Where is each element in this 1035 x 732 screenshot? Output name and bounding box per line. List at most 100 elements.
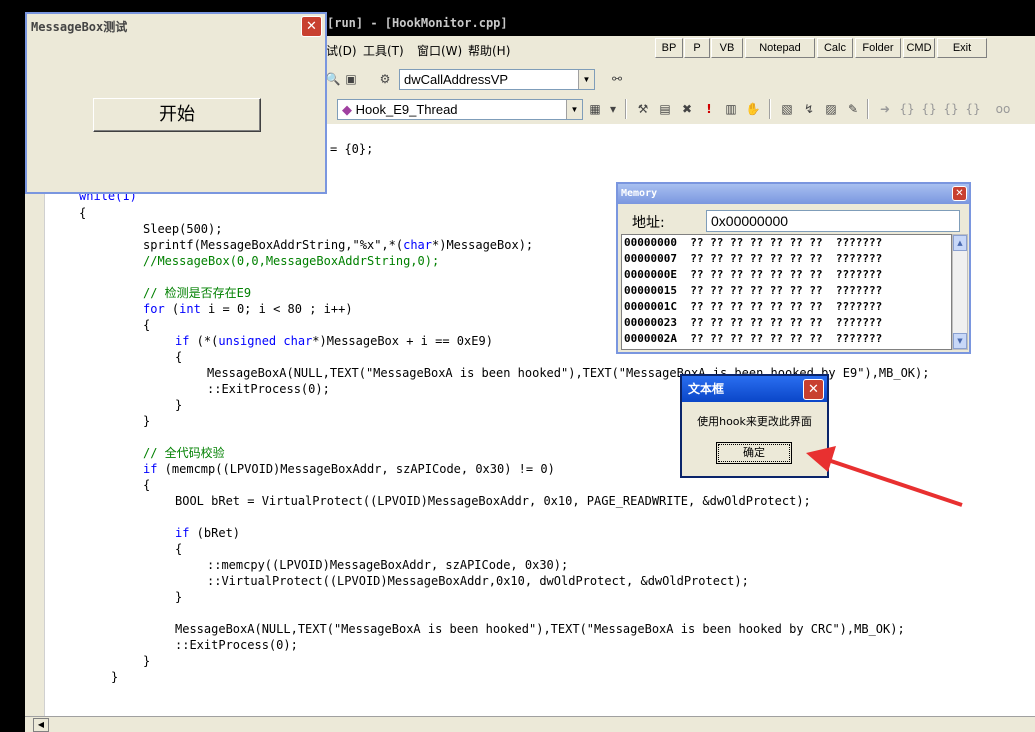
start-button[interactable]: 开始: [93, 98, 261, 132]
menu-tools[interactable]: 工具(T): [363, 42, 404, 59]
memory-title: Memory: [618, 184, 969, 204]
go-icon[interactable]: ▥: [723, 101, 739, 117]
code-line: sprintf(MessageBoxAddrString,"%x",*(char…: [143, 238, 534, 252]
exit-button[interactable]: Exit: [937, 38, 987, 58]
stop-debug-icon[interactable]: ▨: [823, 101, 839, 117]
editor-gutter: [25, 124, 45, 716]
chevron-down-icon[interactable]: ▼: [566, 100, 582, 119]
messagebox-test-window: MessageBox测试 ✕ 开始: [25, 12, 327, 194]
memory-row: 0000002A ?? ?? ?? ?? ?? ?? ?? ???????: [624, 332, 883, 345]
ide-title: [run] - [HookMonitor.cpp]: [327, 16, 508, 30]
memory-scrollbar[interactable]: ▲ ▼: [952, 234, 968, 350]
memory-row: 00000007 ?? ?? ?? ?? ?? ?? ?? ???????: [624, 252, 883, 265]
code-line: // 全代码校验: [143, 446, 225, 460]
memory-row: 0000000E ?? ?? ?? ?? ?? ?? ?? ???????: [624, 268, 883, 281]
breakpoint-list-icon[interactable]: ▧: [779, 101, 795, 117]
stop-build-icon[interactable]: ✖: [679, 101, 695, 117]
address-input[interactable]: 0x00000000: [706, 210, 960, 232]
toolbar-separator: [625, 99, 627, 119]
toolbar-separator: [867, 99, 869, 119]
menu-window[interactable]: 窗口(W): [417, 42, 462, 59]
variable-combo-value: dwCallAddressVP: [404, 72, 509, 87]
toolbar-separator: [769, 99, 771, 119]
run-to-cursor-icon[interactable]: {}: [965, 101, 981, 117]
code-line: }: [175, 590, 183, 604]
code-line: }: [111, 670, 119, 684]
code-line: }: [143, 654, 151, 668]
code-line: {: [79, 206, 87, 220]
code-line: {: [175, 542, 183, 556]
close-icon[interactable]: ✕: [952, 186, 967, 201]
messagebox-test-title: MessageBox测试: [27, 14, 325, 40]
memory-dump-list[interactable]: 00000000 ?? ?? ?? ?? ?? ?? ?? ??????? 00…: [621, 234, 952, 350]
code-line: }: [175, 398, 183, 412]
close-icon[interactable]: ✕: [301, 16, 322, 37]
calc-button[interactable]: Calc: [817, 38, 853, 58]
step-into-icon[interactable]: {}: [899, 101, 915, 117]
function-combo[interactable]: ◆ Hook_E9_Thread ▼: [337, 99, 583, 120]
menu-debug[interactable]: 试(D): [326, 42, 357, 59]
dropdown-arrow-icon[interactable]: ▾: [605, 101, 621, 117]
code-line: {: [143, 318, 151, 332]
code-line: MessageBoxA(NULL,TEXT("MessageBoxA is be…: [175, 622, 905, 636]
code-line: if (bRet): [175, 526, 241, 540]
step-out-icon[interactable]: {}: [943, 101, 959, 117]
code-line: //MessageBox(0,0,MessageBoxAddrString,0)…: [143, 254, 440, 268]
ok-button-label: 确定: [718, 444, 790, 462]
code-line: {: [143, 478, 151, 492]
code-line: ::memcpy((LPVOID)MessageBoxAddr, szAPICo…: [207, 558, 569, 572]
code-line: BOOL bRet = VirtualProtect((LPVOID)Messa…: [175, 494, 811, 508]
code-line: ::ExitProcess(0);: [207, 382, 330, 396]
code-line: {: [175, 350, 183, 364]
p-button[interactable]: P: [684, 38, 710, 58]
code-line: Sleep(500);: [143, 222, 223, 236]
find-icon[interactable]: 🔍: [325, 71, 341, 87]
code-line: ::VirtualProtect((LPVOID)MessageBoxAddr,…: [207, 574, 749, 588]
code-line: // 检测是否存在E9: [143, 286, 252, 300]
memory-window: Memory ✕ 地址: 0x00000000 00000000 ?? ?? ?…: [616, 182, 971, 354]
compile-icon[interactable]: ⚒: [635, 101, 651, 117]
message-dialog: 文本框 ✕ 使用hook来更改此界面 确定: [680, 374, 829, 478]
address-label: 地址:: [632, 215, 665, 231]
execute-icon[interactable]: !: [701, 101, 717, 117]
diamond-icon: ◆: [342, 102, 352, 117]
break-icon[interactable]: ✎: [845, 101, 861, 117]
memory-row: 00000000 ?? ?? ?? ?? ?? ?? ?? ???????: [624, 236, 883, 249]
menu-help[interactable]: 帮助(H): [468, 42, 510, 59]
code-line: if (*(unsigned char*)MessageBox + i == 0…: [175, 334, 493, 348]
build-icon[interactable]: ▤: [657, 101, 673, 117]
code-line: = {0};: [330, 142, 374, 156]
bp-button[interactable]: BP: [655, 38, 683, 58]
notepad-button[interactable]: Notepad: [745, 38, 815, 58]
dialog-message: 使用hook来更改此界面: [697, 415, 812, 428]
code-line: }: [143, 414, 151, 428]
quickwatch-icon[interactable]: oo: [995, 101, 1011, 117]
code-line: ::ExitProcess(0);: [175, 638, 298, 652]
cmd-button[interactable]: CMD: [903, 38, 935, 58]
step-over-icon[interactable]: {}: [921, 101, 937, 117]
hand-icon[interactable]: ✋: [745, 101, 761, 117]
code-line: if (memcmp((LPVOID)MessageBoxAddr, szAPI…: [143, 462, 555, 476]
vb-button[interactable]: VB: [711, 38, 743, 58]
scroll-left-icon[interactable]: ◀: [33, 718, 49, 732]
memory-row: 0000001C ?? ?? ?? ?? ?? ?? ?? ???????: [624, 300, 883, 313]
wizard-icon[interactable]: ▦: [587, 101, 603, 117]
folder-button[interactable]: Folder: [855, 38, 901, 58]
variable-combo[interactable]: dwCallAddressVP ▼: [399, 69, 595, 90]
binoculars-icon[interactable]: ⚯: [609, 71, 625, 87]
memory-row: 00000023 ?? ?? ?? ?? ?? ?? ?? ???????: [624, 316, 883, 329]
chevron-down-icon[interactable]: ▼: [578, 70, 594, 89]
horizontal-scrollbar[interactable]: ◀: [25, 716, 1035, 732]
left-black-strip: [0, 0, 25, 732]
close-icon[interactable]: ✕: [803, 379, 824, 400]
scroll-down-icon[interactable]: ▼: [953, 333, 967, 349]
memory-row: 00000015 ?? ?? ?? ?? ?? ?? ?? ???????: [624, 284, 883, 297]
code-line: for (int i = 0; i < 80 ; i++): [143, 302, 353, 316]
restart-icon[interactable]: ↯: [801, 101, 817, 117]
function-combo-value: Hook_E9_Thread: [355, 102, 458, 117]
scroll-up-icon[interactable]: ▲: [953, 235, 967, 251]
window-icon[interactable]: ▣: [343, 71, 359, 87]
class-view-icon[interactable]: ⚙: [377, 71, 393, 87]
ok-button[interactable]: 确定: [716, 442, 792, 464]
show-next-icon[interactable]: ➜: [877, 101, 893, 117]
